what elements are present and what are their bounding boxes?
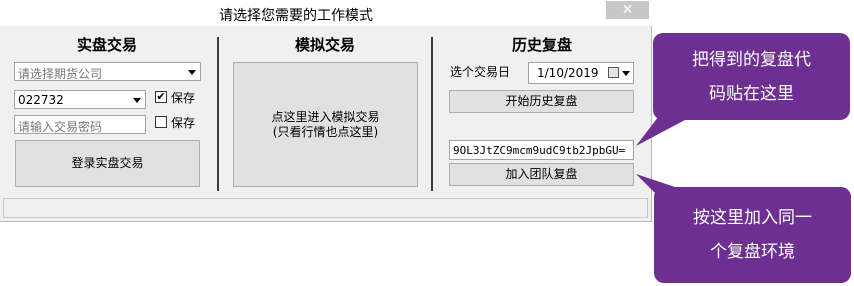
paste-code-callout-text: 把得到的复盘代 码贴在这里 xyxy=(692,49,811,104)
paste-code-callout: 把得到的复盘代 码贴在这里 xyxy=(653,33,850,120)
join-team-callout: 按这里加入同一 个复盘环境 xyxy=(654,187,851,283)
join-team-callout-text: 按这里加入同一 个复盘环境 xyxy=(693,208,812,262)
